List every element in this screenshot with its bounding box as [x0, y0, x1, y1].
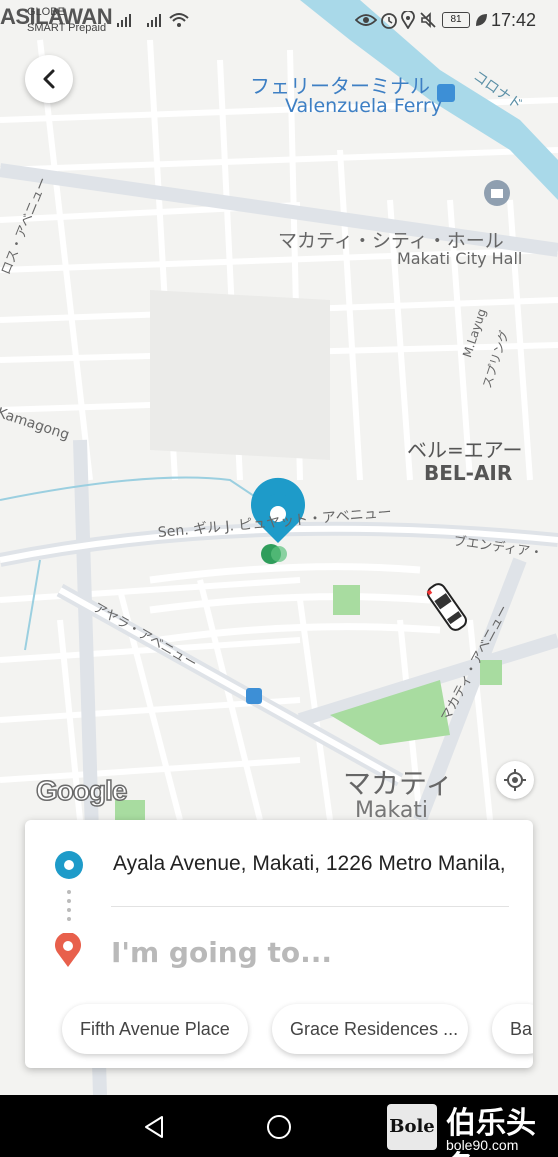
back-nav-icon[interactable] [142, 1114, 168, 1140]
booking-panel: Ayala Avenue, Makati, 1226 Metro Manila,… [25, 820, 533, 1068]
map-label-ferry-en: Valenzuela Ferry [285, 95, 442, 117]
carrier-line-2: SMART Prepaid [27, 22, 107, 34]
location-icon [401, 11, 415, 29]
wifi-icon [169, 13, 189, 27]
route-connector [67, 890, 71, 926]
watermark-url: bole90.com [446, 1137, 519, 1153]
destination-input[interactable] [111, 932, 511, 972]
mute-icon [420, 12, 436, 28]
leaf-icon [476, 14, 487, 26]
suggestion-chip[interactable]: Fifth Avenue Place [62, 1004, 248, 1054]
home-nav-icon[interactable] [266, 1114, 292, 1140]
bus-stop-icon [246, 688, 262, 704]
suggestion-chip[interactable]: Bal... [492, 1004, 533, 1054]
battery-indicator: 81 [442, 12, 470, 28]
crosshair-icon [504, 769, 526, 791]
chevron-left-icon [43, 69, 55, 89]
suggestion-chips: Fifth Avenue Place Grace Residences ... … [62, 1004, 533, 1054]
map-label-makati-jp: マカティ [343, 767, 454, 800]
back-button[interactable] [25, 55, 73, 103]
google-attribution-logo: Google [35, 774, 128, 807]
divider [111, 906, 509, 907]
status-bar: ASILAWAN GLOBE SMART Prepaid 81 17:42 [0, 0, 558, 40]
origin-dot-icon [55, 851, 83, 879]
watermark-logo: Bole [387, 1104, 437, 1150]
carrier-line-1: GLOBE [27, 6, 65, 18]
map-label-bel-air-jp: ベル=エアー [407, 438, 523, 462]
map-label-bel-air-en: BEL-AIR [424, 461, 513, 485]
my-location-button[interactable] [496, 761, 534, 799]
alarm-icon [381, 13, 397, 29]
eye-icon [355, 14, 377, 26]
status-time: 17:42 [490, 10, 536, 30]
origin-address[interactable]: Ayala Avenue, Makati, 1226 Metro Manila,… [113, 852, 513, 876]
signal-2-icon [147, 14, 161, 27]
map-pin-icon [55, 933, 81, 967]
map-label-city-hall-en: Makati City Hall [397, 249, 523, 268]
suggestion-chip[interactable]: Grace Residences ... [272, 1004, 468, 1054]
